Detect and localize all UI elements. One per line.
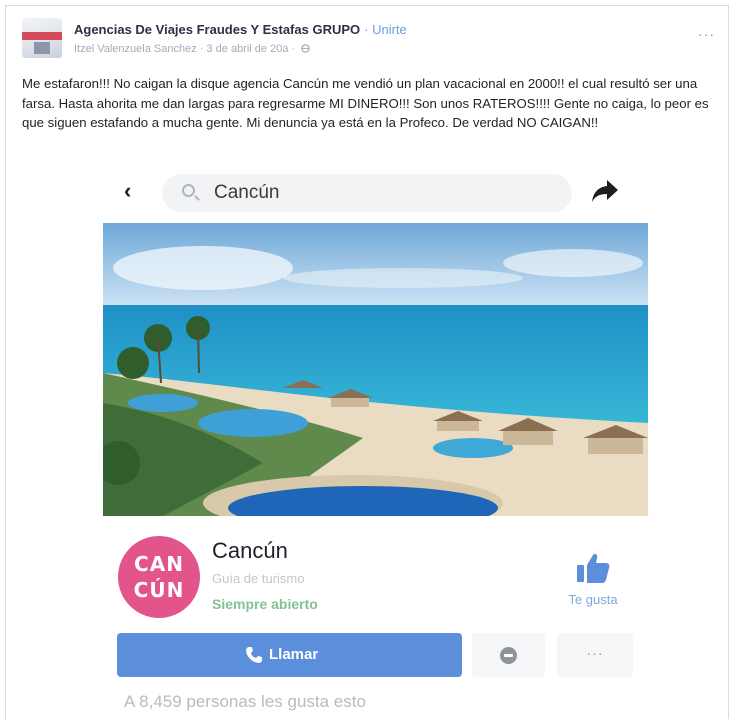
message-icon (500, 647, 517, 664)
author-and-date[interactable]: Itzel Valenzuela Sanchez · 3 de abril de… (74, 43, 295, 55)
post-options-button[interactable]: ··· (698, 26, 715, 42)
call-button[interactable]: Llamar (117, 633, 462, 677)
message-button[interactable] (472, 633, 545, 677)
search-icon (182, 184, 195, 197)
share-arrow-icon[interactable] (590, 178, 620, 209)
thumbs-up-icon (576, 552, 610, 589)
page-category: Guía de turismo (212, 571, 305, 586)
call-label: Llamar (269, 646, 319, 663)
page-likes-count: A 8,459 personas les gusta esto (124, 692, 366, 711)
page-hours-status: Siempre abierto (212, 596, 318, 612)
post-header-title: Agencias De Viajes Fraudes Y Estafas GRU… (74, 22, 407, 37)
cover-photo (103, 223, 648, 516)
join-group-link[interactable]: · Unirte (364, 22, 407, 37)
search-query[interactable]: Cancún (214, 182, 280, 204)
more-options-button[interactable]: ··· (557, 633, 633, 677)
avatar-text-line1: CAN (134, 552, 184, 576)
page-name[interactable]: Cancún (212, 538, 288, 564)
more-dots-icon: ··· (586, 645, 604, 661)
avatar-text-line2: CÚN (133, 578, 185, 602)
search-bar[interactable]: Cancún (162, 174, 572, 212)
back-arrow-icon[interactable]: ‹ (124, 180, 142, 202)
group-name-link[interactable]: Agencias De Viajes Fraudes Y Estafas GRU… (74, 22, 360, 37)
phone-icon (245, 646, 263, 669)
post-body-text: Me estafaron!!! No caigan la disque agen… (22, 76, 709, 131)
page-avatar-logo[interactable]: CAN CÚN (118, 536, 200, 618)
post-meta: Itzel Valenzuela Sanchez · 3 de abril de… (74, 43, 310, 55)
globe-icon (298, 43, 310, 55)
like-label: Te gusta (568, 592, 618, 607)
like-page-button[interactable]: Te gusta (548, 550, 638, 610)
group-avatar[interactable] (22, 18, 62, 58)
